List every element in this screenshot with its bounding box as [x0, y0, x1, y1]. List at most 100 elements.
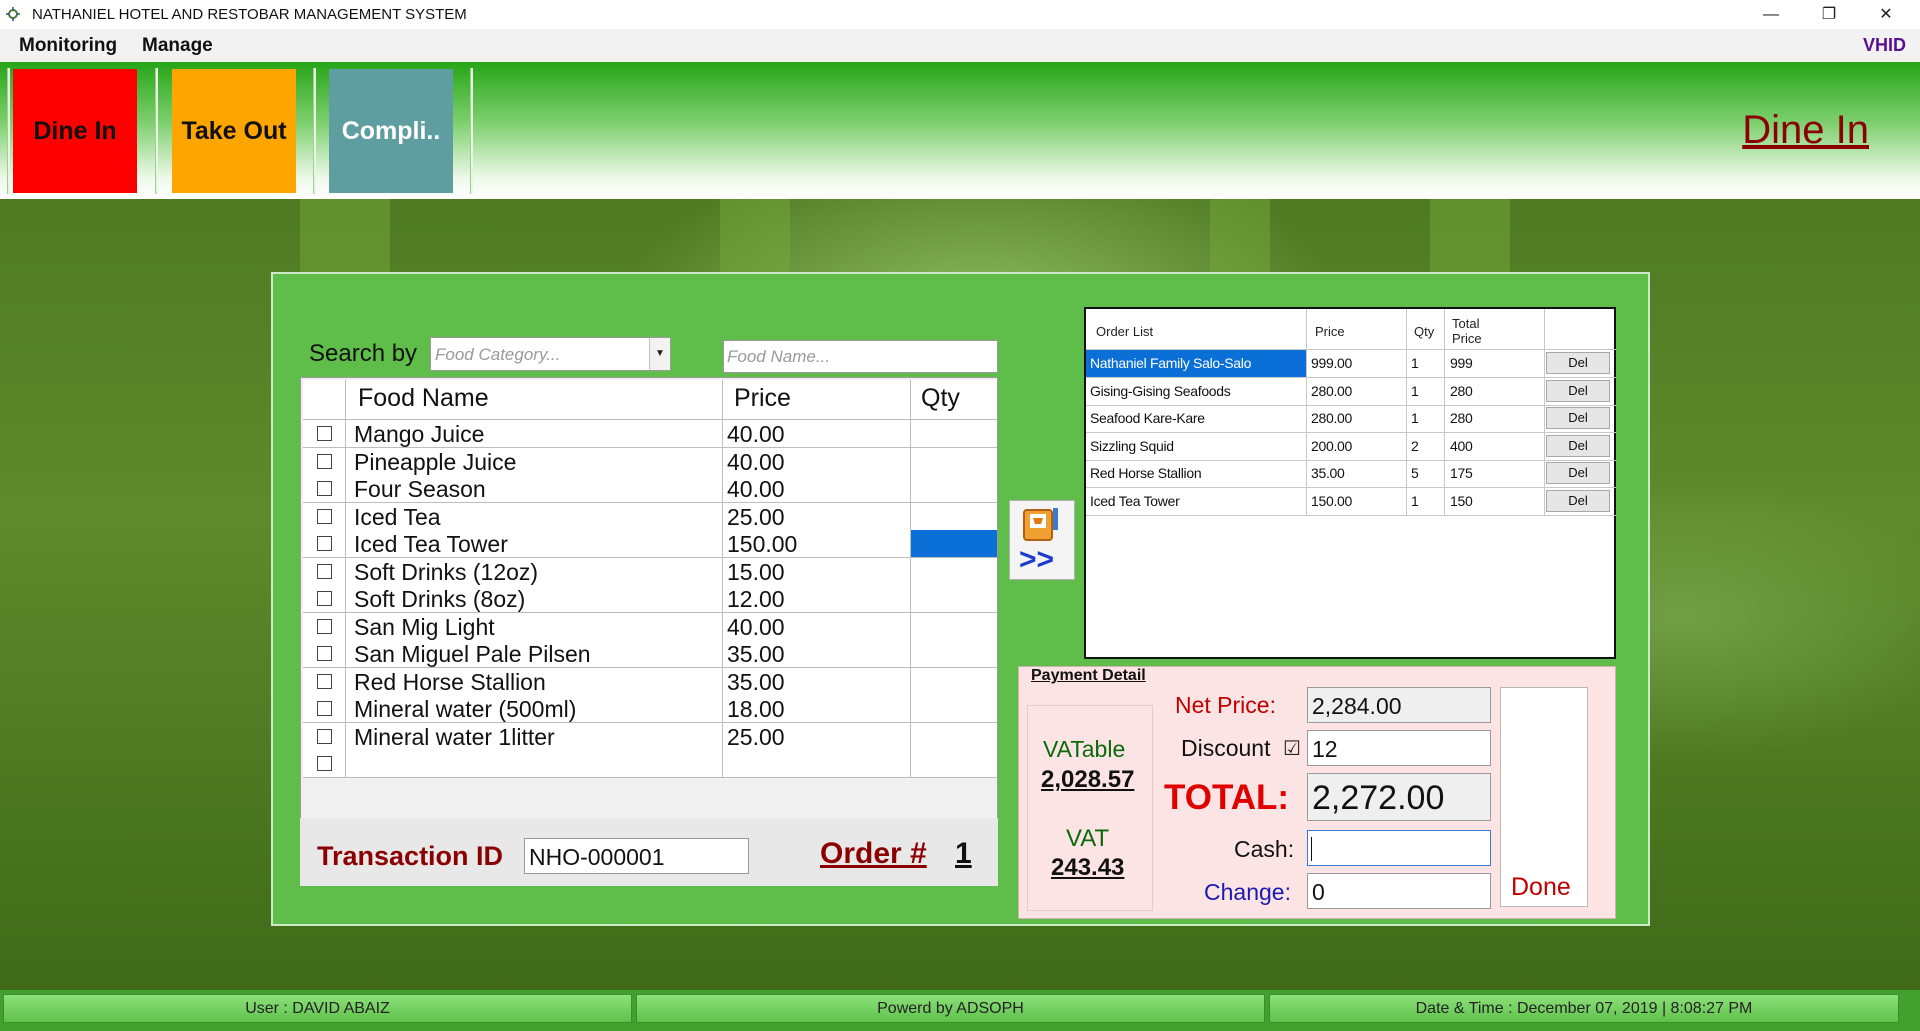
menu-monitoring[interactable]: Monitoring	[19, 35, 117, 57]
food-name-cell: Soft Drinks (8oz)	[354, 586, 526, 612]
table-row[interactable]: Mineral water 1litter 25.00	[303, 722, 997, 751]
chevron-down-icon[interactable]: ▼	[649, 338, 670, 370]
food-category-select[interactable]: Food Category... ▼	[430, 337, 671, 371]
food-name-cell: Mineral water (500ml)	[354, 696, 577, 722]
food-name-input[interactable]: Food Name...	[723, 340, 998, 373]
food-category-placeholder: Food Category...	[435, 345, 561, 364]
restore-button[interactable]: ❐	[1806, 0, 1852, 29]
food-name-header[interactable]: Food Name	[358, 384, 489, 423]
order-row[interactable]: Seafood Kare-Kare 280.00 1 280 Del	[1086, 405, 1616, 433]
delete-button[interactable]: Del	[1546, 489, 1610, 512]
order-row[interactable]: Nathaniel Family Salo-Salo 999.00 1 999 Del	[1086, 350, 1616, 378]
toolbar-separator	[155, 68, 158, 194]
curtain	[720, 199, 790, 279]
qty-cell[interactable]	[911, 613, 997, 640]
row-checkbox[interactable]	[317, 563, 332, 579]
dine-in-button[interactable]: Dine In	[13, 69, 137, 193]
row-checkbox[interactable]	[317, 426, 332, 441]
done-button[interactable]: Done	[1500, 687, 1588, 907]
qty-cell[interactable]	[911, 475, 997, 502]
vat-label: VAT	[1066, 825, 1110, 852]
table-row[interactable]: San Miguel Pale Pilsen 35.00	[303, 640, 997, 668]
price-cell: 40.00	[727, 613, 785, 640]
table-row[interactable]: San Mig Light 40.00	[303, 612, 997, 641]
close-button[interactable]: ✕	[1863, 0, 1909, 29]
table-row[interactable]: Four Season 40.00	[303, 475, 997, 503]
table-row[interactable]: Red Horse Stallion 35.00	[303, 667, 997, 696]
table-row[interactable]: Iced Tea 25.00	[303, 502, 997, 531]
table-row[interactable]: Soft Drinks (8oz) 12.00	[303, 585, 997, 613]
qty-cell[interactable]	[911, 585, 997, 612]
row-checkbox[interactable]	[317, 481, 332, 496]
qty-cell[interactable]	[911, 530, 997, 557]
order-total-cell: 150	[1450, 492, 1473, 509]
add-arrow-label: >>	[1019, 543, 1055, 576]
table-row[interactable]: Iced Tea Tower 150.00	[303, 530, 997, 558]
take-out-button[interactable]: Take Out	[172, 69, 296, 193]
discount-field[interactable]: 12	[1307, 730, 1491, 766]
qty-cell[interactable]	[911, 448, 997, 475]
delete-button[interactable]: Del	[1546, 352, 1610, 374]
row-checkbox[interactable]	[317, 508, 332, 524]
status-datetime: Date & Time : December 07, 2019 | 8:08:2…	[1269, 994, 1899, 1023]
row-checkbox[interactable]	[317, 756, 332, 771]
row-checkbox[interactable]	[317, 646, 332, 661]
row-checkbox[interactable]	[317, 453, 332, 469]
food-name-placeholder: Food Name...	[727, 347, 830, 366]
price-cell: 25.00	[727, 723, 785, 750]
delete-button[interactable]: Del	[1546, 407, 1610, 429]
row-checkbox[interactable]	[317, 701, 332, 716]
transaction-id-field[interactable]: NHO-000001	[524, 838, 749, 874]
delete-button[interactable]: Del	[1546, 462, 1610, 484]
food-name-cell: Mango Juice	[354, 421, 485, 447]
price-header[interactable]: Price	[734, 384, 791, 423]
change-field: 0	[1307, 873, 1491, 909]
row-checkbox[interactable]	[317, 536, 332, 551]
table-row[interactable]: Pineapple Juice 40.00	[303, 447, 997, 476]
row-checkbox[interactable]	[317, 591, 332, 606]
table-row[interactable]: Soft Drinks (12oz) 15.00	[303, 557, 997, 586]
row-checkbox[interactable]	[317, 728, 332, 744]
qty-cell[interactable]	[911, 723, 997, 750]
discount-checkbox[interactable]: ☑	[1283, 736, 1301, 761]
row-checkbox[interactable]	[317, 673, 332, 689]
price-cell: 40.00	[727, 476, 785, 502]
curtain	[1210, 199, 1270, 279]
compli-button[interactable]: Compli..	[329, 69, 453, 193]
minimize-button[interactable]: —	[1748, 0, 1794, 29]
qty-cell[interactable]	[911, 750, 997, 777]
qty-header[interactable]: Qty	[921, 384, 960, 423]
order-price-cell: 280.00	[1311, 410, 1353, 426]
order-row[interactable]: Sizzling Squid 200.00 2 400 Del	[1086, 432, 1616, 461]
price-cell: 18.00	[727, 696, 785, 722]
row-checkbox[interactable]	[317, 618, 332, 634]
qty-cell[interactable]	[911, 695, 997, 722]
food-name-cell: Iced Tea	[354, 503, 441, 530]
order-row[interactable]: Red Horse Stallion 35.00 5 175 Del	[1086, 460, 1616, 488]
order-total-cell: 400	[1450, 437, 1473, 454]
menu-manage[interactable]: Manage	[142, 35, 213, 57]
delete-button[interactable]: Del	[1546, 434, 1610, 457]
order-name-cell: Sizzling Squid	[1090, 437, 1174, 454]
qty-cell[interactable]	[911, 503, 997, 530]
search-by-label: Search by	[309, 340, 418, 367]
cash-field[interactable]	[1307, 830, 1491, 866]
order-number-label: Order #	[820, 837, 927, 870]
order-row[interactable]: Gising-Gising Seafoods 280.00 1 280 Del	[1086, 377, 1616, 406]
table-row[interactable]: Mineral water (500ml) 18.00	[303, 695, 997, 723]
qty-cell[interactable]	[911, 640, 997, 667]
qty-cell[interactable]	[911, 420, 997, 447]
order-qty-cell: 2	[1411, 437, 1419, 454]
qty-cell[interactable]	[911, 668, 997, 695]
table-row[interactable]: Mango Juice 40.00	[303, 420, 997, 448]
qty-cell[interactable]	[911, 558, 997, 585]
transaction-id-value: NHO-000001	[529, 844, 665, 870]
user-tag: VHID	[1862, 35, 1906, 55]
delete-button[interactable]: Del	[1546, 379, 1610, 402]
order-name-cell: Red Horse Stallion	[1090, 465, 1202, 481]
food-name-cell: Mineral water 1litter	[354, 723, 555, 750]
order-qty-cell: 1	[1411, 382, 1419, 399]
order-row[interactable]: Iced Tea Tower 150.00 1 150 Del	[1086, 487, 1616, 516]
table-row[interactable]	[303, 750, 997, 778]
add-to-order-button[interactable]: >>	[1009, 500, 1075, 580]
